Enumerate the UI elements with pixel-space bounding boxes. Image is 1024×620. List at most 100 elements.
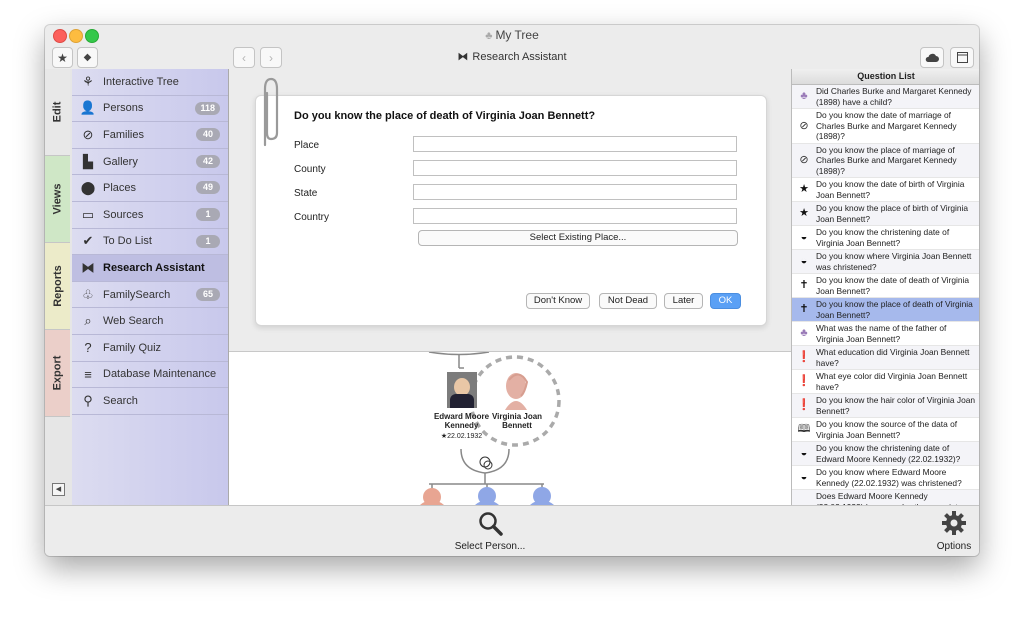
person-name-virginia[interactable]: Virginia Joan Bennett (487, 412, 547, 430)
county-input[interactable] (413, 160, 737, 176)
options-button[interactable]: Options (929, 510, 979, 552)
question-list-item[interactable]: ✝ Do you know the date of death of Virgin… (792, 274, 979, 298)
paperclip-icon (263, 77, 279, 147)
sidebar-item-families[interactable]: ⊘ Families 40 (72, 122, 228, 149)
question-list-item[interactable]: ★ Do you know the place of birth of Virgi… (792, 202, 979, 226)
question-text: Do you know the date of birth of Virgini… (816, 179, 965, 200)
sidebar-item-label: Search (103, 394, 138, 407)
main-content: Do you know the place of death of Virgin… (229, 69, 791, 505)
count-badge: 118 (195, 101, 220, 115)
family-tree-view[interactable]: Edward Moore Kennedy ★22.02.1932 Virgini… (229, 352, 791, 505)
question-list-item[interactable]: ◒ Do you know the christening date of Vir… (792, 226, 979, 250)
research-panel: Do you know the place of death of Virgin… (229, 69, 791, 352)
question-list-item[interactable]: 🕮 Do you know the source of the data of V… (792, 418, 979, 442)
alert-icon: ❗ (797, 399, 811, 412)
tab-reports[interactable]: Reports (45, 243, 70, 330)
sidebar-item-label: Sources (103, 208, 144, 221)
rings-icon: ⊘ (82, 126, 94, 142)
not-dead-button[interactable]: Not Dead (599, 293, 657, 309)
question-list-item[interactable]: Does Edward Moore Kennedy (22.02.1932) h… (792, 490, 979, 505)
question-list-item[interactable]: ❗ Do you know the hair color of Virginia … (792, 394, 979, 418)
checkmark-icon: ✔ (82, 233, 94, 249)
question-text: Do you know the hair color of Virginia J… (816, 395, 976, 416)
later-button[interactable]: Later (664, 293, 703, 309)
question-list: ♣ Did Charles Burke and Margaret Kennedy … (792, 85, 979, 505)
sidebar-item-family-quiz[interactable]: ? Family Quiz (72, 335, 228, 362)
ok-button[interactable]: OK (710, 293, 741, 309)
tab-views[interactable]: Views (45, 156, 70, 243)
question-list-title: Question List (792, 69, 979, 85)
spouse-avatar[interactable] (505, 373, 529, 410)
magnifier-icon (479, 512, 503, 536)
gallery-icon: ▙ (83, 153, 93, 169)
dont-know-button[interactable]: Don't Know (526, 293, 590, 309)
collapse-sidebar-button[interactable]: ◀ (52, 483, 65, 496)
sidebar-item-label: Database Maintenance (103, 368, 217, 381)
question-list-item[interactable]: ◒ Do you know the christening date of Edw… (792, 442, 979, 466)
question-list-item[interactable]: ✝ Do you know the place of death of Virgi… (792, 298, 979, 322)
question-text: Do you know where Virginia Joan Bennett … (816, 251, 972, 272)
sidebar: ⚘ Interactive Tree 👤 Persons 118 ⊘ Families 40 ▙… (72, 69, 229, 505)
sidebar-item-label: Gallery (103, 155, 138, 168)
person-photo[interactable] (447, 372, 477, 408)
child-female-avatar[interactable] (420, 488, 444, 505)
child-male-avatar[interactable] (475, 487, 499, 505)
window-layout-button[interactable] (950, 47, 974, 68)
book-icon: 🕮 (797, 423, 811, 436)
question-text: Do you know the christening date of Virg… (816, 227, 950, 248)
family-icon: ♣ (800, 90, 808, 103)
question-list-item[interactable]: ◒ Do you know where Edward Moore Kennedy … (792, 466, 979, 490)
sidebar-item-persons[interactable]: 👤 Persons 118 (72, 96, 228, 123)
child-male-avatar[interactable] (530, 487, 554, 505)
place-label: Place (294, 140, 320, 151)
place-input[interactable] (413, 136, 737, 152)
select-person-label: Select Person... (454, 541, 526, 552)
person-name-edward[interactable]: Edward Moore Kennedy (429, 412, 494, 430)
book-icon: ▭ (81, 206, 95, 222)
cross-icon: ✝ (799, 303, 809, 316)
sidebar-item-familysearch[interactable]: ♧ FamilySearch 65 (72, 282, 228, 309)
question-list-item[interactable]: ⊘ Do you know the place of marriage of Ch… (792, 143, 979, 178)
family-icon: ♣ (800, 327, 808, 340)
sidebar-item-research-assistant[interactable]: ⧓ Research Assistant (72, 255, 228, 282)
question-list-item[interactable]: ★ Do you know the date of birth of Virgin… (792, 178, 979, 202)
count-badge: 40 (196, 128, 220, 142)
sidebar-item-sources[interactable]: ▭ Sources 1 (72, 202, 228, 229)
question-text: Do you know the source of the data of Vi… (816, 419, 958, 440)
country-label: Country (294, 212, 330, 223)
tab-export[interactable]: Export (45, 330, 70, 417)
state-label: State (294, 188, 318, 199)
search-icon: ⚲ (83, 392, 93, 408)
cloud-button[interactable] (920, 47, 944, 68)
sidebar-item-to-do-list[interactable]: ✔ To Do List 1 (72, 229, 228, 256)
sidebar-item-gallery[interactable]: ▙ Gallery 42 (72, 149, 228, 176)
tree-icon: ♣ (485, 30, 493, 42)
country-input[interactable] (413, 208, 737, 224)
question-list-item[interactable]: ❗ What eye color did Virginia Joan Bennet… (792, 370, 979, 394)
cloud-icon (925, 53, 939, 62)
select-person-button[interactable]: Select Person... (445, 510, 535, 552)
sidebar-item-label: FamilySearch (103, 288, 171, 301)
sidebar-item-web-search[interactable]: ⌕ Web Search (72, 308, 228, 335)
select-existing-place-button[interactable]: Select Existing Place... (418, 230, 738, 246)
bowtie-icon: ⧓ (81, 259, 95, 275)
sidebar-item-label: Persons (103, 102, 144, 115)
web-search-icon: ⌕ (84, 313, 92, 329)
question-list-item[interactable]: ♣ Did Charles Burke and Margaret Kennedy … (792, 85, 979, 109)
question-list-item[interactable]: ❗ What education did Virginia Joan Bennet… (792, 346, 979, 370)
sidebar-item-places[interactable]: ⬤ Places 49 (72, 175, 228, 202)
cross-icon: ✝ (799, 279, 809, 292)
toolbar: ★ ◆ ‹ › ⧓ Research Assistant (45, 45, 979, 69)
person-icon: 👤 (79, 100, 97, 116)
sidebar-item-database-maintenance[interactable]: ≡ Database Maintenance (72, 362, 228, 389)
question-list-item[interactable]: ♣ What was the name of the father of Virg… (792, 322, 979, 346)
question-list-item[interactable]: ⊘ Do you know the date of marriage of Cha… (792, 109, 979, 144)
interactive-tree-icon: ⚘ (82, 73, 94, 89)
state-input[interactable] (413, 184, 737, 200)
sidebar-item-search[interactable]: ⚲ Search (72, 388, 228, 415)
sidebar-item-interactive-tree[interactable]: ⚘ Interactive Tree (72, 69, 228, 96)
question-list-item[interactable]: ◒ Do you know where Virginia Joan Bennett… (792, 250, 979, 274)
tab-edit[interactable]: Edit (45, 69, 70, 156)
christening-icon: ◒ (800, 471, 808, 484)
question-text: Do you know the christening date of Edwa… (816, 443, 961, 464)
